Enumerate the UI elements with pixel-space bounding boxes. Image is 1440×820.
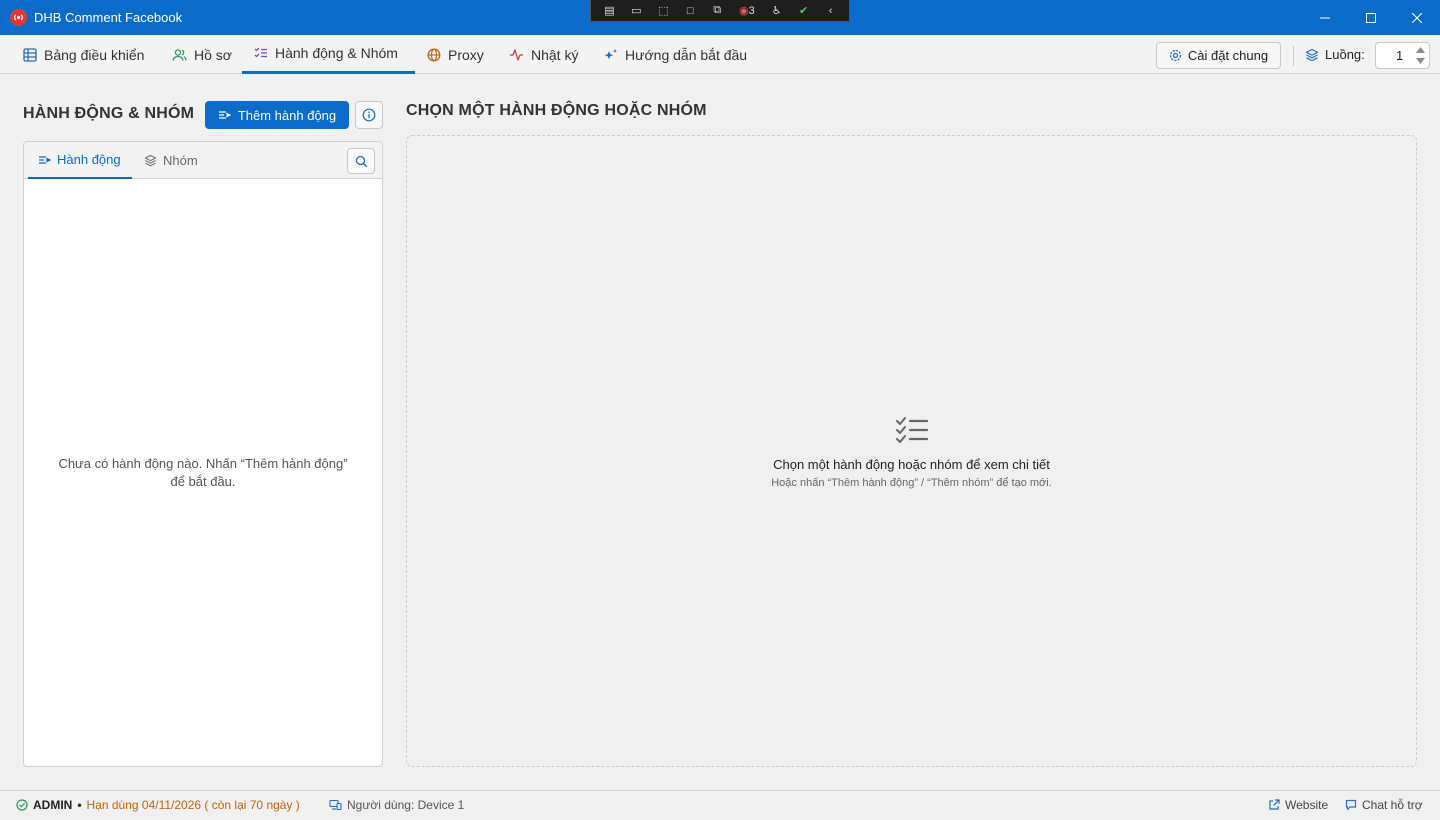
detail-heading: CHỌN MỘT HÀNH ĐỘNG HOẶC NHÓM — [406, 102, 707, 119]
support-chat-link[interactable]: Chat hỗ trợ — [1345, 798, 1423, 812]
live-tree-icon[interactable]: ▤ — [599, 2, 620, 20]
user-role: ADMIN — [33, 798, 73, 812]
subtab-label: Hành động — [57, 152, 121, 167]
select-element-icon[interactable]: ⬚ — [653, 2, 674, 20]
threads-label-text: Luồng: — [1325, 47, 1365, 62]
website-link[interactable]: Website — [1268, 798, 1328, 812]
checklist-icon — [254, 47, 267, 58]
tab-label: Proxy — [448, 46, 484, 63]
debug-toolbar: ▤ ▭ ⬚ □ ⧉ ◉ 3 ♿ ✔ ‹ — [590, 0, 850, 22]
threads-stepper[interactable]: 1 — [1375, 42, 1430, 69]
spin-up-icon[interactable] — [1415, 45, 1426, 54]
status-separator: • — [77, 798, 82, 812]
status-ok-icon: ✔ — [799, 5, 809, 17]
website-label: Website — [1285, 798, 1329, 812]
search-icon — [355, 155, 367, 167]
gear-icon — [1169, 49, 1182, 62]
info-button[interactable] — [355, 101, 383, 129]
title-bar: DHB Comment Facebook ▤ ▭ ⬚ □ ⧉ ◉ 3 ♿ ✔ ‹ — [0, 0, 1440, 35]
actions-groups-heading: HÀNH ĐỘNG & NHÓM — [23, 105, 195, 122]
license-expiry: Hạn dùng 04/11/2026 ( còn lại 70 ngày ) — [86, 798, 300, 812]
tab-dashboard[interactable]: Bảng điều khiển — [11, 35, 156, 74]
license-status: ADMIN • Hạn dùng 04/11/2026 ( còn lại 70… — [16, 798, 300, 812]
empty-detail-subtitle: Hoặc nhấn “Thêm hành động” / “Thêm nhóm”… — [771, 477, 1052, 489]
add-list-icon — [218, 111, 231, 119]
tab-proxy[interactable]: Proxy — [415, 35, 496, 74]
detail-panel: Chọn một hành động hoặc nhóm để xem chi … — [406, 135, 1417, 767]
tab-actions-groups[interactable]: Hành động & Nhóm — [242, 35, 415, 74]
search-button[interactable] — [347, 148, 375, 174]
globe-icon — [427, 48, 441, 61]
empty-detail-title: Chọn một hành động hoặc nhóm để xem chi … — [773, 457, 1050, 472]
general-settings-label: Cài đặt chung — [1187, 48, 1269, 63]
list-subtabs: Hành động Nhóm — [24, 142, 382, 179]
action-list-icon — [39, 155, 51, 164]
empty-actions-message: Chưa có hành động nào. Nhấn “Thêm hành đ… — [58, 456, 348, 489]
tab-label: Bảng điều khiển — [44, 46, 145, 63]
users-icon — [172, 48, 187, 61]
toolbar-divider — [1293, 46, 1294, 66]
chat-icon — [1345, 799, 1357, 811]
maximize-button[interactable] — [1348, 0, 1394, 35]
external-link-icon — [1269, 799, 1280, 810]
tab-getting-started[interactable]: Hướng dẫn bắt đầu — [592, 35, 759, 74]
subtab-label: Nhóm — [163, 153, 198, 168]
layers-icon — [144, 154, 157, 167]
status-bar: ADMIN • Hạn dùng 04/11/2026 ( còn lại 70… — [0, 790, 1440, 820]
device-user-label: Người dùng: Device 1 — [347, 798, 465, 812]
track-focus-icon[interactable]: ⧉ — [707, 2, 728, 20]
subtab-groups[interactable]: Nhóm — [134, 142, 208, 179]
threads-value: 1 — [1396, 48, 1404, 63]
accessibility-icon[interactable]: ♿ — [766, 2, 787, 20]
tab-label: Nhật ký — [531, 46, 579, 63]
tab-label: Hồ sơ — [194, 46, 232, 63]
device-user: Người dùng: Device 1 — [329, 798, 464, 812]
app-logo-icon — [10, 9, 27, 26]
spin-down-icon[interactable] — [1415, 57, 1426, 66]
threads-label: Luồng: — [1305, 47, 1365, 62]
actions-list-panel: Hành động Nhóm Chưa có hành động nào. Nh… — [23, 141, 383, 767]
minimize-button[interactable] — [1302, 0, 1348, 35]
window-title: DHB Comment Facebook — [34, 10, 183, 25]
close-button[interactable] — [1394, 0, 1440, 35]
info-icon — [362, 108, 376, 122]
support-chat-label: Chat hỗ trợ — [1362, 798, 1423, 812]
record-icon[interactable]: ▭ — [626, 2, 647, 20]
add-action-button[interactable]: Thêm hành động — [205, 101, 349, 129]
devices-icon — [329, 799, 342, 811]
tab-label: Hành động & Nhóm — [275, 45, 398, 61]
checklist-placeholder-icon — [896, 417, 928, 443]
table-icon — [23, 47, 37, 62]
hot-reload-icon[interactable]: ◉ 3 — [734, 2, 761, 20]
tab-logs[interactable]: Nhật ký — [497, 35, 590, 74]
hot-reload-count: 3 — [748, 4, 755, 17]
check-circle-icon — [16, 799, 28, 811]
general-settings-button[interactable]: Cài đặt chung — [1156, 42, 1281, 69]
collapse-chevron-icon[interactable]: ‹ — [820, 2, 841, 20]
activity-icon — [510, 48, 523, 61]
subtab-actions[interactable]: Hành động — [28, 142, 132, 179]
layout-adorner-icon[interactable]: □ — [680, 2, 701, 20]
sparkles-icon — [604, 48, 617, 59]
threads-spinner[interactable] — [1415, 45, 1426, 66]
tab-profiles[interactable]: Hồ sơ — [160, 35, 244, 74]
layers-icon — [1305, 48, 1319, 61]
add-action-label: Thêm hành động — [237, 107, 337, 123]
tab-label: Hướng dẫn bắt đầu — [625, 46, 748, 63]
